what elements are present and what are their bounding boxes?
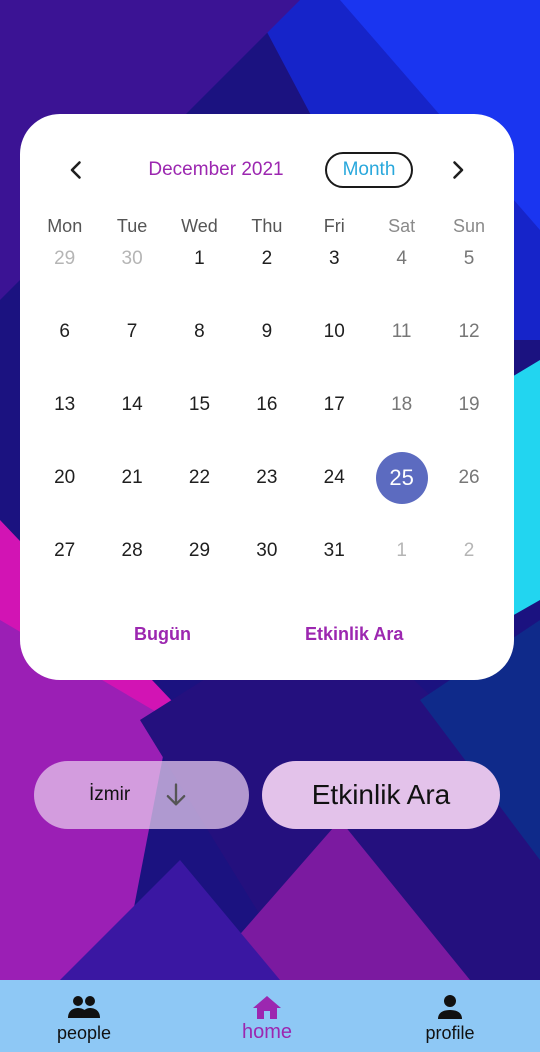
nav-item-home[interactable]: home <box>207 980 327 1052</box>
nav-label: home <box>241 1021 293 1043</box>
day-number: 25 <box>375 452 428 504</box>
day-number: 26 <box>458 467 480 488</box>
nav-label: people <box>56 1023 112 1043</box>
day-number: 31 <box>323 540 345 561</box>
nav-item-people[interactable]: people <box>24 980 144 1052</box>
calendar-day[interactable]: 28 <box>98 539 165 612</box>
day-number: 9 <box>261 321 273 342</box>
city-select[interactable]: İzmir <box>34 761 249 829</box>
search-events-link[interactable]: Etkinlik Ara <box>305 624 403 645</box>
day-number: 4 <box>396 248 407 269</box>
day-number: 8 <box>194 321 205 342</box>
day-grid: 29 30 1 2 3 4 5 6 7 8 9 10 11 12 13 14 15 16 17 18 19 20 21 22 2… <box>31 247 503 612</box>
person-icon <box>438 995 462 1019</box>
day-number: 15 <box>188 394 211 415</box>
day-number: 17 <box>323 394 345 415</box>
day-number: 30 <box>121 248 143 269</box>
day-number: 27 <box>54 540 76 561</box>
day-number: 22 <box>188 467 211 488</box>
chevron-right-icon <box>453 161 464 179</box>
nav-item-profile[interactable]: profile <box>390 980 510 1052</box>
day-number: 11 <box>391 321 412 342</box>
next-month-button[interactable] <box>446 158 470 182</box>
day-number: 13 <box>54 394 76 415</box>
day-number: 3 <box>328 248 340 269</box>
today-button[interactable]: Bugün <box>134 624 191 645</box>
nav-label: profile <box>425 1023 475 1043</box>
day-number: 7 <box>126 321 138 342</box>
day-number: 29 <box>54 248 76 269</box>
day-number: 30 <box>256 540 278 561</box>
day-number: 21 <box>121 467 143 488</box>
chevron-left-icon <box>70 161 81 179</box>
day-number: 20 <box>54 467 76 488</box>
calendar-day[interactable]: 1 <box>368 539 435 612</box>
calendar-day[interactable]: 2 <box>435 539 502 612</box>
day-number: 23 <box>256 467 278 488</box>
day-number: 16 <box>256 394 278 415</box>
day-number: 28 <box>121 540 143 561</box>
day-number: 24 <box>323 467 345 488</box>
day-number: 1 <box>194 248 205 269</box>
day-number: 2 <box>463 540 475 561</box>
calendar-day[interactable]: 29 <box>166 539 233 612</box>
bottom-navigation: people home profile <box>0 980 540 1052</box>
day-number: 6 <box>59 321 70 342</box>
arrow-down-icon <box>166 783 186 806</box>
city-value: İzmir <box>89 784 131 805</box>
day-number: 14 <box>121 394 143 415</box>
day-number: 18 <box>391 394 413 415</box>
day-number: 1 <box>396 540 407 561</box>
people-icon <box>68 996 100 1018</box>
prev-month-button[interactable] <box>64 158 88 182</box>
day-number: 29 <box>188 540 211 561</box>
search-events-button[interactable]: Etkinlik Ara <box>262 761 500 829</box>
calendar-day[interactable]: 30 <box>233 539 300 612</box>
day-number: 12 <box>458 321 480 342</box>
calendar-day[interactable]: 27 <box>31 539 98 612</box>
calendar-card: December 2021 Month Mon Tue Wed Thu Fri … <box>20 114 514 680</box>
home-icon <box>253 996 281 1019</box>
day-number: 10 <box>323 321 345 342</box>
day-number: 19 <box>458 394 480 415</box>
day-number: 2 <box>261 248 273 269</box>
month-title[interactable]: December 2021 <box>130 158 302 182</box>
day-number: 5 <box>463 248 475 269</box>
view-mode-toggle[interactable]: Month <box>325 152 413 188</box>
calendar-day[interactable]: 31 <box>301 539 368 612</box>
